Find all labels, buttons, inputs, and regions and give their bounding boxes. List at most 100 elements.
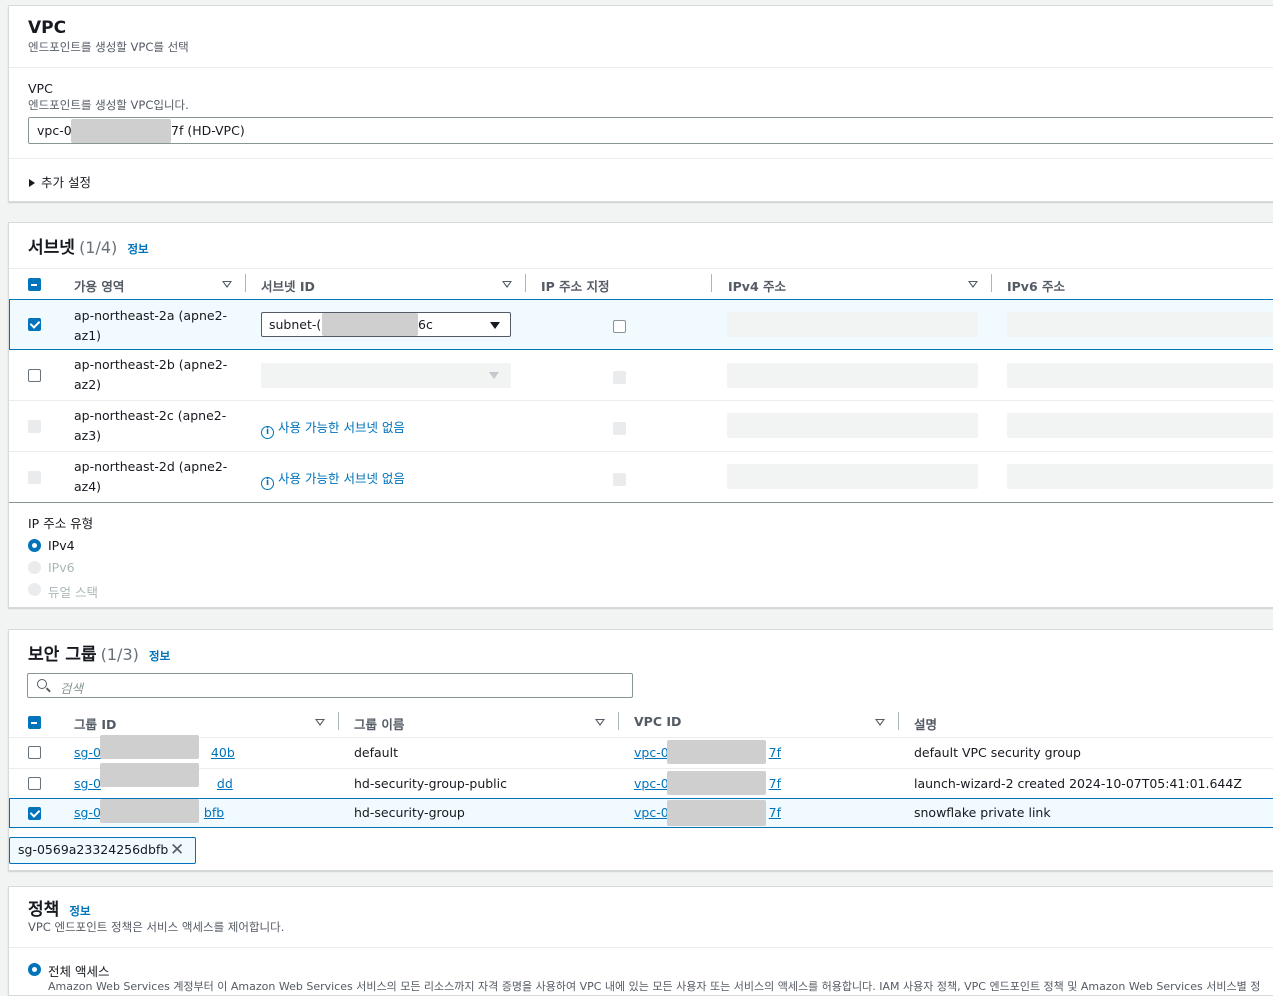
subnet-row-checkbox[interactable] [28, 369, 41, 382]
col-group-name[interactable]: 그룹 이름 [354, 714, 404, 733]
subnet-select[interactable]: subnet-( 6c [261, 312, 511, 337]
ipv6-address-field [1007, 363, 1273, 388]
subnet-row-checkbox [28, 471, 41, 484]
sg-info-link[interactable]: 정보 [149, 649, 170, 663]
col-ipv4[interactable]: IPv4 주소 [728, 276, 786, 295]
sort-ipv4-icon[interactable] [968, 281, 978, 288]
select-all-subnets-checkbox[interactable] [28, 278, 41, 291]
sg-description: launch-wizard-2 created 2024-10-07T05:41… [914, 776, 1242, 791]
ipv4-radio-label: IPv4 [48, 538, 75, 553]
token-label: sg-0569a23324256dbfb [18, 842, 169, 857]
subnet-select-disabled [261, 363, 511, 388]
col-ip-assign: IP 주소 지정 [541, 279, 610, 294]
subnet-suffix: 6c [418, 317, 433, 332]
vpc-value-prefix: vpc-0 [37, 123, 72, 138]
sg-row-checkbox[interactable] [28, 746, 41, 759]
col-az[interactable]: 가용 영역 [74, 276, 124, 295]
ipv4-address-field [727, 464, 978, 489]
ip-type-label: IP 주소 유형 [28, 516, 94, 531]
info-icon: i [261, 477, 274, 490]
col-ipv6: IPv6 주소 [1007, 279, 1066, 294]
subnet-row-checkbox[interactable] [28, 318, 41, 331]
caret-right-icon [29, 179, 35, 187]
subnets-header: 서브넷 (1/4) 정보 [28, 233, 149, 258]
select-all-sg-checkbox[interactable] [28, 716, 41, 729]
ipv6-radio-label: IPv6 [48, 560, 75, 575]
policy-info-link[interactable]: 정보 [69, 904, 90, 918]
dropdown-caret-icon [490, 322, 500, 329]
vpc-field-label: VPC [28, 81, 53, 96]
search-placeholder: 검색 [60, 681, 84, 696]
info-icon: i [261, 426, 274, 439]
redacted-vpc-id [667, 800, 766, 826]
sg-row-checkbox[interactable] [28, 807, 41, 820]
vpc-section-description: 엔드포인트를 생성할 VPC를 선택 [28, 40, 189, 54]
ip-assign-checkbox [613, 473, 626, 486]
redacted-sg-id [100, 763, 199, 787]
vpc-field-description: 엔드포인트를 생성할 VPC입니다. [28, 98, 189, 112]
subnet-prefix: subnet-( [269, 317, 322, 332]
sg-title: 보안 그룹 [28, 645, 97, 665]
sg-name: hd-security-group-public [354, 776, 507, 791]
az-name: ap-northeast-2b (apne2- az2) [74, 357, 228, 392]
subnet-row-checkbox [28, 420, 41, 433]
subnets-count: (1/4) [79, 238, 118, 257]
no-subnet-message: i 사용 가능한 서브넷 없음 [261, 468, 405, 490]
security-groups-panel: 보안 그룹 (1/3) 정보 검색 그룹 ID 그룹 이름 VPC ID 설명 … [8, 629, 1273, 871]
vpc-panel: VPC 엔드포인트를 생성할 VPC를 선택 VPC 엔드포인트를 생성할 VP… [8, 5, 1273, 202]
vpc-select[interactable]: vpc-0 7f (HD-VPC) [28, 117, 1273, 144]
sg-row-checkbox[interactable] [28, 777, 41, 790]
dualstack-radio [28, 583, 41, 596]
policy-panel: 정책 정보 VPC 엔드포인트 정책은 서비스 액세스를 제어합니다. 전체 액… [8, 886, 1273, 996]
additional-settings-label: 추가 설정 [41, 175, 91, 190]
ipv4-address-field [727, 413, 978, 438]
sort-subnet-icon[interactable] [502, 281, 512, 288]
dualstack-radio-label: 듀얼 스택 [48, 585, 98, 600]
sg-header: 보안 그룹 (1/3) 정보 [28, 640, 170, 665]
subnets-title: 서브넷 [28, 238, 75, 258]
redacted-vpc-id [667, 740, 766, 764]
dropdown-caret-icon [489, 372, 499, 379]
az-name: ap-northeast-2c (apne2- az3) [74, 408, 227, 443]
redacted-sg-id [100, 799, 199, 823]
ip-assign-checkbox[interactable] [613, 320, 626, 333]
vpc-section-title: VPC [28, 18, 67, 38]
col-subnet-id[interactable]: 서브넷 ID [261, 276, 315, 295]
full-access-description: Amazon Web Services 계정부터 이 Amazon Web Se… [48, 980, 1261, 993]
az-name: ap-northeast-2a (apne2- az1) [74, 308, 228, 343]
selected-sg-token: sg-0569a23324256dbfb ✕ [9, 837, 196, 864]
search-icon-handle [46, 687, 51, 693]
additional-settings-toggle[interactable]: 추가 설정 [29, 172, 91, 191]
sort-group-name-icon[interactable] [595, 719, 605, 726]
redacted-vpc-id [71, 119, 171, 143]
policy-title: 정책 [28, 900, 60, 920]
close-icon[interactable]: ✕ [170, 840, 184, 860]
vpc-value-suffix: 7f (HD-VPC) [171, 123, 245, 138]
ipv4-address-field [727, 312, 978, 337]
ipv4-radio[interactable] [28, 539, 41, 552]
full-access-radio[interactable] [28, 963, 41, 976]
col-vpc-id[interactable]: VPC ID [634, 714, 681, 729]
sg-count: (1/3) [100, 645, 139, 664]
sg-search-input[interactable]: 검색 [27, 673, 633, 698]
col-group-id[interactable]: 그룹 ID [74, 714, 116, 733]
redacted-subnet-id [322, 313, 418, 336]
sg-description: default VPC security group [914, 745, 1081, 760]
sort-az-icon[interactable] [222, 281, 232, 288]
policy-header: 정책 정보 [28, 895, 91, 920]
ipv4-address-field [727, 363, 978, 388]
subnets-panel: 서브넷 (1/4) 정보 가용 영역 서브넷 ID IP 주소 지정 IPv4 … [8, 222, 1273, 608]
redacted-vpc-id [667, 771, 766, 795]
sg-name: default [354, 745, 398, 760]
ip-assign-checkbox [613, 422, 626, 435]
policy-description: VPC 엔드포인트 정책은 서비스 액세스를 제어합니다. [28, 920, 285, 934]
sort-vpc-id-icon[interactable] [875, 719, 885, 726]
az-name: ap-northeast-2d (apne2- az4) [74, 459, 228, 494]
ipv6-address-field [1007, 464, 1273, 489]
ipv6-address-field [1007, 312, 1273, 337]
sg-name: hd-security-group [354, 805, 465, 820]
sg-description: snowflake private link [914, 805, 1051, 820]
ipv6-radio [28, 561, 41, 574]
subnets-info-link[interactable]: 정보 [127, 242, 148, 256]
sort-group-id-icon[interactable] [315, 719, 325, 726]
